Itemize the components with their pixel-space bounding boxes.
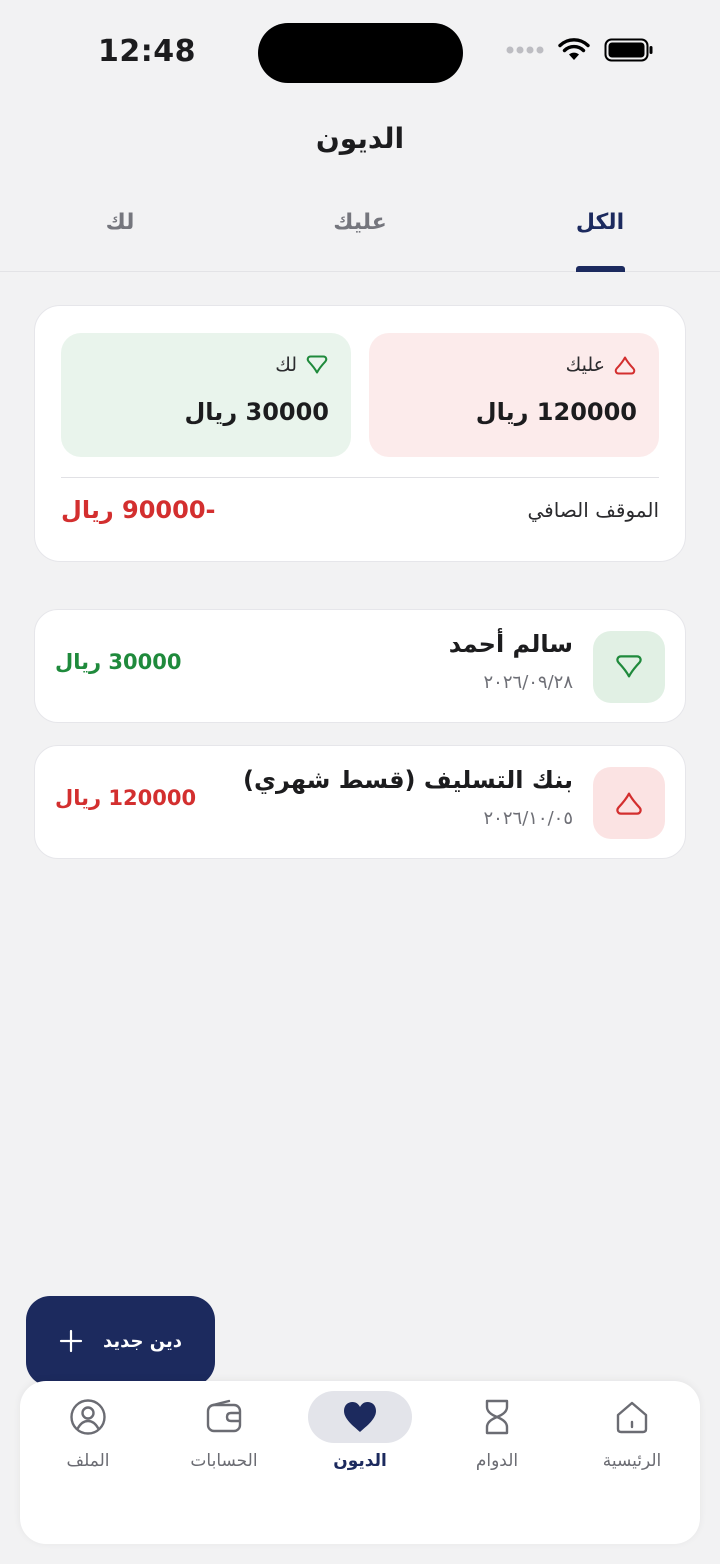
battery-icon [604,38,653,62]
status-icons [506,38,654,62]
nav-pill [36,1391,140,1443]
owed-summary[interactable]: لك 30000 ريال [61,333,351,457]
heart-outline-icon [616,792,642,815]
user-icon [70,1399,106,1435]
debt-date: ٢٠٢٦/١٠/٠٥ [483,808,573,829]
new-debt-button[interactable]: دين جديد [26,1296,215,1386]
nav-label-home: الرئيسية [602,1451,662,1471]
home-icon [616,1401,648,1434]
heart-outline-icon [614,356,636,375]
owed-amount: 30000 ريال [184,398,329,426]
owe-summary[interactable]: عليك 120000 ريال [369,333,659,457]
plus-icon [59,1329,83,1353]
nav-label-debts: الديون [333,1451,387,1471]
debt-amount: 30000 ريال [55,650,182,674]
summary-card: عليك 120000 ريال لك 30000 ريال الموقف ال… [34,305,686,562]
nav-item-accounts[interactable]: الحسابات [159,1391,289,1491]
debt-direction-badge [593,767,665,839]
heart-icon [344,1402,376,1432]
nav-item-debts[interactable]: الديون [295,1391,425,1491]
debt-name: سالم أحمد [448,630,573,658]
debt-amount: 120000 ريال [55,786,197,810]
net-position-label: الموقف الصافي [527,498,659,522]
owe-summary-label: عليك [566,353,637,377]
nav-item-work[interactable]: الدوام [432,1391,562,1491]
hourglass-icon [485,1399,509,1435]
nav-pill [308,1391,412,1443]
page-title: الديون [315,122,405,155]
tab-owe[interactable]: عليك [300,210,420,235]
tab-active-indicator [576,266,625,272]
nav-label-profile: الملف [66,1451,110,1471]
tab-owed[interactable]: لك [60,210,180,235]
status-bar: 12:48 [0,0,720,105]
nav-label-accounts: الحسابات [190,1451,258,1471]
heart-outline-icon [616,655,642,678]
debt-list-item[interactable]: سالم أحمد ٢٠٢٦/٠٩/٢٨ 30000 ريال [34,609,686,723]
nav-item-home[interactable]: الرئيسية [567,1391,697,1491]
wifi-icon [558,38,590,60]
debt-date: ٢٠٢٦/٠٩/٢٨ [483,672,573,693]
nav-pill [580,1391,684,1443]
debt-name: بنك التسليف (قسط شهري) [243,766,573,794]
net-position-value: -90000 ريال [61,496,216,524]
debt-list-item[interactable]: بنك التسليف (قسط شهري) ٢٠٢٦/١٠/٠٥ 120000… [34,745,686,859]
owed-summary-label: لك [275,353,329,377]
tab-all[interactable]: الكل [540,210,660,235]
bottom-nav: الرئيسية الدوام الديون الحسابات الملف [20,1381,700,1544]
nav-label-work: الدوام [475,1451,519,1471]
debt-direction-badge [593,631,665,703]
signal-icon [506,46,544,54]
owe-label-text: عليك [565,354,605,376]
new-debt-label: دين جديد [103,1330,182,1352]
owed-label-text: لك [275,354,297,376]
dynamic-island [258,23,463,83]
tab-bar: الكل عليك لك [0,192,720,272]
nav-pill [445,1391,549,1443]
wallet-icon [206,1399,242,1433]
owe-amount: 120000 ريال [475,398,637,426]
nav-pill [172,1391,276,1443]
heart-outline-icon [306,355,328,374]
nav-item-profile[interactable]: الملف [23,1391,153,1491]
divider [61,477,659,478]
status-time: 12:48 [98,34,196,69]
